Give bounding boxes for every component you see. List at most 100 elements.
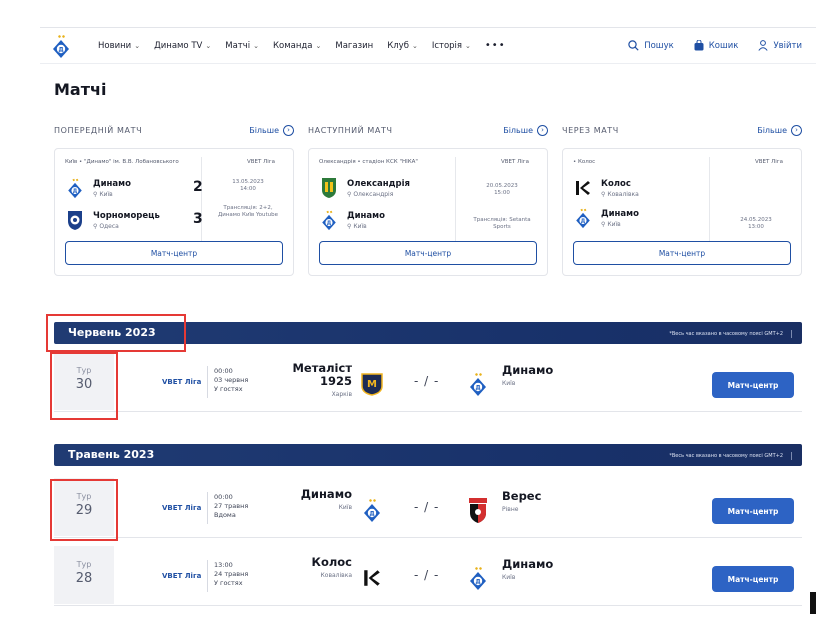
svg-text:Д: Д <box>475 385 480 392</box>
cart-button[interactable]: Кошик <box>694 40 738 51</box>
score-placeholder: - / - <box>414 500 440 514</box>
match-location: • Колос <box>573 159 596 165</box>
kolos-badge-icon <box>573 177 593 199</box>
veres-badge-icon <box>466 496 490 524</box>
search-button[interactable]: Пошук <box>628 40 674 51</box>
match-location: Київ • "Динамо" ім. В.В. Лобановського <box>65 159 179 165</box>
match-row: Тур 30 VBET Ліга 00:00 03 червня У гостях … <box>54 352 802 412</box>
match-center-button[interactable]: Матч-центр <box>712 498 794 524</box>
away-team: Динамо Київ <box>502 557 554 582</box>
row-league[interactable]: VBET Ліга <box>162 572 201 580</box>
next-match-card: Олександрія • стадіон КСК "НІКА" VBET Лі… <box>308 148 548 276</box>
nav-item-shop[interactable]: Магазин <box>335 41 373 51</box>
match-row: Тур 28 VBET Ліга 13:00 24 травня У гостях … <box>54 546 802 606</box>
svg-text:Д: Д <box>475 579 480 586</box>
bag-icon <box>694 40 704 51</box>
highlight-box-tour-30 <box>50 352 118 420</box>
highlight-box-month <box>46 314 186 352</box>
match-datetime: 13.05.2023 14:00 <box>232 179 264 192</box>
divider <box>709 157 710 241</box>
chevron-down-icon: ⌄ <box>465 41 471 50</box>
tour-box: Тур 28 <box>54 546 114 604</box>
match-location: Олександрія • стадіон КСК "НІКА" <box>319 159 418 165</box>
row-league[interactable]: VBET Ліга <box>162 378 201 386</box>
score-placeholder: - / - <box>414 374 440 388</box>
away-team: Д Динамо ⚲ Київ <box>573 207 639 229</box>
match-row: Тур 29 VBET Ліга 00:00 27 травня Вдома Дин… <box>54 478 802 538</box>
svg-text:Д: Д <box>73 189 78 195</box>
next-match-label: НАСТУПНИЙ МАТЧ <box>308 125 393 135</box>
nav-item-club[interactable]: Клуб ⌄ <box>387 41 418 51</box>
metalist-badge-icon: M <box>360 370 384 398</box>
kolos-badge-icon <box>360 564 384 592</box>
away-team: Чорноморець ⚲ Одеса <box>65 209 160 231</box>
divider <box>455 157 456 241</box>
dynamo-badge-icon: Д <box>319 209 339 231</box>
nav-item-news[interactable]: Новини ⌄ <box>98 41 140 51</box>
timezone-note: *Весь час вказано в часовому поясі GMT+2 <box>669 331 783 337</box>
score-placeholder: - / - <box>414 568 440 582</box>
dynamo-badge-icon: Д <box>360 496 384 524</box>
match-league: VBET Ліга <box>246 159 275 165</box>
more-link[interactable]: Більше › <box>757 124 802 136</box>
match-info: 13:00 24 травня У гостях <box>214 561 249 587</box>
match-center-button[interactable]: Матч-центр <box>319 241 537 265</box>
nav-item-matches[interactable]: Матчі ⌄ <box>225 41 259 51</box>
match-center-button[interactable]: Матч-центр <box>573 241 791 265</box>
more-link[interactable]: Більше › <box>249 124 294 136</box>
chevron-down-icon: ⌄ <box>411 41 418 50</box>
chevron-down-icon: ⌄ <box>205 41 212 50</box>
svg-text:Д: Д <box>581 219 586 225</box>
more-link[interactable]: Більше › <box>503 124 548 136</box>
previous-match-label: ПОПЕРЕДНІЙ МАТЧ <box>54 125 143 135</box>
nav-item-history[interactable]: Історія ⌄ <box>432 41 471 51</box>
more-menu-icon[interactable]: ••• <box>485 40 506 51</box>
dynamo-badge-icon: Д <box>573 207 593 229</box>
home-team: Колос ⚲ Ковалівка <box>573 177 639 199</box>
user-icon <box>758 40 769 51</box>
away-score: 3 <box>193 211 203 227</box>
match-info: 00:00 03 червня У гостях <box>214 367 249 393</box>
dynamo-badge-icon: Д <box>466 564 490 592</box>
previous-match-card: Київ • "Динамо" ім. В.В. Лобановського V… <box>54 148 294 276</box>
match-info: 00:00 27 травня Вдома <box>214 493 249 519</box>
match-center-button[interactable]: Матч-центр <box>712 566 794 592</box>
dynamo-badge-icon: Д <box>466 370 490 398</box>
svg-text:M: M <box>367 379 377 390</box>
edge-artifact <box>810 592 816 614</box>
nav-item-dynamo-tv[interactable]: Динамо TV ⌄ <box>154 41 211 51</box>
divider <box>207 492 208 524</box>
chevron-down-icon: ⌄ <box>253 41 259 50</box>
dynamo-badge-icon: Д <box>65 177 85 199</box>
match-center-button[interactable]: Матч-центр <box>712 372 794 398</box>
match-datetime: 24.05.2023 13:00 <box>740 217 772 230</box>
login-button[interactable]: Увійти <box>758 40 802 51</box>
divider <box>207 366 208 398</box>
match-league: VBET Ліга <box>500 159 529 165</box>
match-broadcast: Трансляція: Setanta Sports <box>473 217 531 230</box>
row-league[interactable]: VBET Ліга <box>162 504 201 512</box>
away-team: Верес Рівне <box>502 489 542 514</box>
dynamo-logo-icon[interactable]: Д <box>52 33 70 59</box>
arrow-right-icon: › <box>283 124 294 136</box>
oleksandriya-badge-icon <box>319 177 339 199</box>
divider <box>201 157 202 241</box>
previous-match-column: ПОПЕРЕДНІЙ МАТЧ Більше › Київ • "Динамо" … <box>54 122 294 276</box>
nav-item-team[interactable]: Команда ⌄ <box>273 41 321 51</box>
match-center-button[interactable]: Матч-центр <box>65 241 283 265</box>
home-team: Металіст 1925 Харків <box>292 361 352 399</box>
after-next-match-column: ЧЕРЕЗ МАТЧ Більше › • Колос VBET Ліга Кол… <box>562 122 802 276</box>
match-datetime: 20.05.2023 15:00 <box>486 183 518 196</box>
timezone-note: *Весь час вказано в часовому поясі GMT+2 <box>669 453 783 459</box>
main-nav: Новини ⌄ Динамо TV ⌄ Матчі ⌄ Команда ⌄ Магаз… <box>98 40 520 51</box>
highlight-box-tour-29 <box>50 479 118 541</box>
home-team: Динамо Київ <box>300 487 352 512</box>
month-header-may: Травень 2023 *Весь час вказано в часовом… <box>54 444 802 466</box>
after-next-match-label: ЧЕРЕЗ МАТЧ <box>562 125 619 135</box>
home-team: Колос Ковалівка <box>311 555 352 580</box>
away-team: Д Динамо ⚲ Київ <box>319 209 385 231</box>
page-title: Матчі <box>54 80 107 99</box>
site-header: Д Новини ⌄ Динамо TV ⌄ Матчі ⌄ Команда ⌄ Маг… <box>40 28 816 64</box>
chevron-down-icon: ⌄ <box>315 41 322 50</box>
search-icon <box>628 40 639 51</box>
